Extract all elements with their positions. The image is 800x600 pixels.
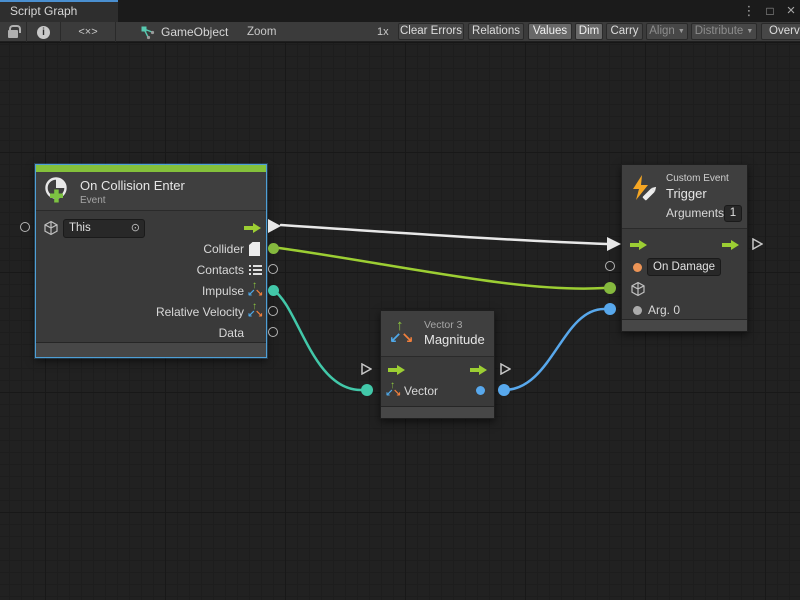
port-data-output[interactable]: [268, 327, 278, 337]
string-port-icon: [633, 263, 642, 272]
float-output-icon: [476, 386, 485, 395]
node-title: Trigger: [666, 186, 707, 201]
event-icon: [43, 176, 71, 204]
node-header[interactable]: Custom Event Trigger Arguments 1: [622, 165, 747, 229]
port-flow-output[interactable]: [268, 219, 281, 233]
port-arg0-input[interactable]: [604, 303, 616, 315]
port-event-name-input[interactable]: [605, 261, 615, 271]
values-button[interactable]: Values: [528, 23, 572, 40]
port-contacts-output[interactable]: [268, 264, 278, 274]
node-footer: [36, 342, 266, 357]
gameobject-chip[interactable]: GameObject: [140, 22, 228, 42]
event-name-field[interactable]: On Damage: [647, 258, 721, 276]
chevron-down-icon: ▼: [746, 28, 753, 35]
flow-output-arrow[interactable]: [244, 223, 261, 233]
flow-input-arrow[interactable]: [388, 365, 405, 375]
event-color-strip: [36, 165, 266, 172]
node-footer: [381, 406, 494, 418]
port-flow-input[interactable]: [360, 363, 372, 375]
node-header[interactable]: On Collision Enter Event: [36, 172, 266, 211]
port-magnitude-output[interactable]: [498, 384, 510, 396]
port-vector-input[interactable]: [361, 384, 373, 396]
port-label-vector: Vector: [404, 384, 438, 398]
graph-toolbar: i <×> GameObject Zoom 1x Clear Errors Re…: [0, 22, 800, 42]
wire-flow-white: [281, 225, 607, 244]
maximize-icon[interactable]: □: [761, 0, 779, 22]
port-relative-velocity-output[interactable]: [268, 306, 278, 316]
vector3-icon: ↑↙↘: [389, 319, 415, 347]
node-footer: [622, 319, 747, 331]
port-label-collider: Collider: [203, 242, 244, 256]
wire-collider-green: [279, 248, 604, 289]
document-icon: [249, 242, 260, 256]
carry-button[interactable]: Carry: [606, 23, 643, 40]
window-menu-icon[interactable]: ⋮: [740, 0, 758, 22]
cube-icon: [630, 281, 646, 297]
tab-bar: Script Graph ⋮ □ ×: [0, 0, 800, 22]
wire-magnitude-blue: [504, 309, 604, 390]
port-impulse-output[interactable]: [268, 285, 279, 296]
node-category: Custom Event: [666, 173, 729, 184]
code-view-button[interactable]: <×>: [61, 22, 116, 42]
gameobject-label: GameObject: [161, 25, 228, 39]
lock-icon: [8, 30, 18, 38]
port-label-contacts: Contacts: [197, 263, 244, 277]
script-graph-window: Script Graph ⋮ □ × i <×> GameObject Zoom…: [0, 0, 800, 600]
flow-output-arrow[interactable]: [470, 365, 487, 375]
wire-impulse-teal: [273, 290, 361, 390]
overview-button[interactable]: Overview: [761, 23, 800, 40]
port-label-data: Data: [219, 326, 244, 340]
vector3-icon: ↑↙↘: [386, 383, 401, 398]
arg0-port-icon: [633, 306, 642, 315]
port-target-input[interactable]: [604, 282, 616, 294]
vector3-icon: ↑↙↘: [248, 304, 263, 319]
list-icon: [249, 264, 262, 276]
port-flow-output[interactable]: [499, 363, 511, 375]
bolt-pencil-icon: [628, 173, 660, 205]
object-picker-icon[interactable]: ⊙: [131, 220, 140, 237]
node-on-collision-enter[interactable]: On Collision Enter Event This ⊙ Collider…: [35, 164, 267, 358]
port-target-input[interactable]: [20, 222, 30, 232]
lock-button[interactable]: [0, 22, 27, 42]
clear-errors-button[interactable]: Clear Errors: [398, 23, 464, 40]
chevron-down-icon: ▼: [678, 28, 685, 35]
node-vector3-magnitude[interactable]: ↑↙↘ Vector 3 Magnitude ↑↙↘ Vector: [380, 310, 495, 419]
target-self-field[interactable]: This ⊙: [63, 219, 145, 238]
code-icon: <×>: [78, 26, 97, 38]
info-button[interactable]: i: [27, 22, 61, 42]
target-self-value: This: [69, 222, 91, 234]
graph-icon: [140, 25, 155, 40]
close-icon[interactable]: ×: [782, 0, 800, 22]
node-custom-event-trigger[interactable]: Custom Event Trigger Arguments 1 On Dama…: [621, 164, 748, 332]
zoom-label: Zoom: [247, 26, 276, 38]
graph-canvas[interactable]: On Collision Enter Event This ⊙ Collider…: [0, 42, 800, 600]
distribute-label: Distribute: [695, 25, 744, 37]
node-title: Magnitude: [424, 332, 485, 347]
align-label: Align: [649, 25, 675, 37]
info-icon: i: [37, 26, 50, 39]
flow-input-arrow[interactable]: [630, 240, 647, 250]
tab-script-graph[interactable]: Script Graph: [0, 0, 118, 22]
arguments-count-field[interactable]: 1: [724, 205, 742, 222]
relations-button[interactable]: Relations: [468, 23, 524, 40]
node-subtitle: Event: [80, 195, 106, 206]
dim-button[interactable]: Dim: [575, 23, 603, 40]
event-name-value: On Damage: [653, 261, 715, 273]
arguments-label: Arguments: [666, 206, 724, 220]
wire-arrowhead: [607, 237, 621, 251]
vector3-icon: ↑↙↘: [248, 283, 263, 298]
port-collider-output[interactable]: [268, 243, 279, 254]
port-flow-output[interactable]: [751, 238, 763, 250]
arg0-label: Arg. 0: [648, 303, 680, 317]
flow-output-arrow[interactable]: [722, 240, 739, 250]
port-label-impulse: Impulse: [202, 284, 244, 298]
distribute-button[interactable]: Distribute▼: [691, 23, 757, 40]
port-label-relative-velocity: Relative Velocity: [156, 305, 244, 319]
align-button[interactable]: Align▼: [646, 23, 688, 40]
node-header[interactable]: ↑↙↘ Vector 3 Magnitude: [381, 311, 494, 357]
node-title: On Collision Enter: [80, 178, 185, 193]
node-category: Vector 3: [424, 319, 463, 331]
cube-icon: [43, 220, 59, 236]
zoom-value: 1x: [377, 26, 389, 38]
